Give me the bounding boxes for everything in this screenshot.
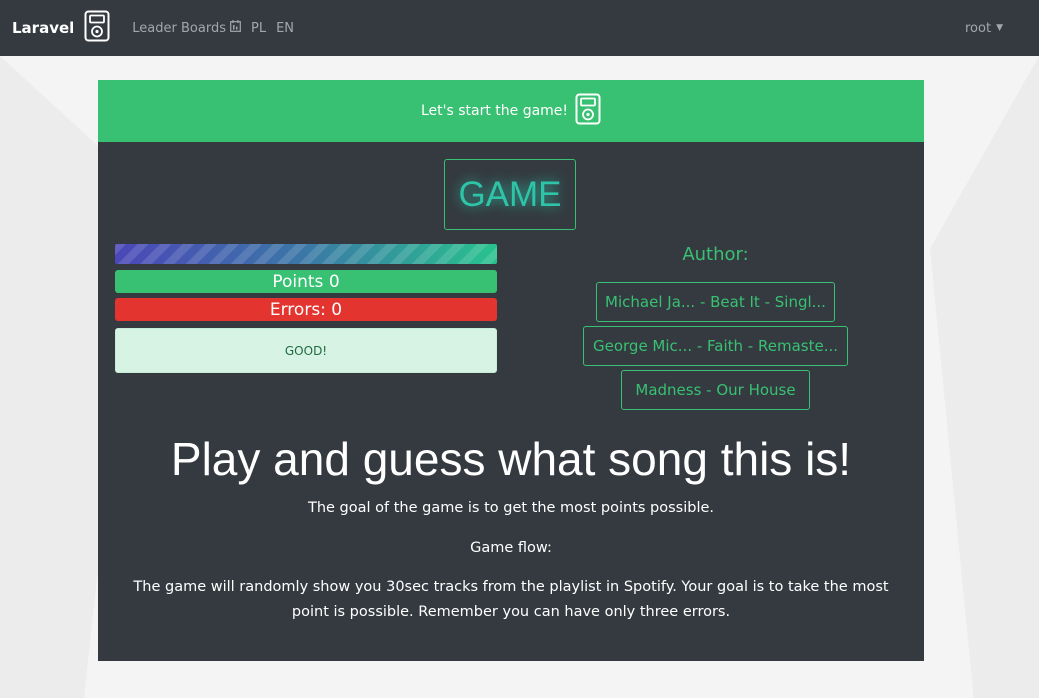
time-progress-bar [115, 244, 497, 264]
user-menu[interactable]: root ▼ [965, 0, 1003, 56]
ipod-icon [84, 10, 110, 46]
errors-counter: Errors: 0 [115, 298, 497, 321]
nav-lang-en[interactable]: EN [276, 21, 294, 36]
points-counter: Points 0 [115, 270, 497, 293]
status-alert: GOOD! [115, 328, 497, 373]
nav-leader-boards-label: Leader Boards [132, 20, 226, 36]
user-name: root [965, 20, 992, 36]
answer-button[interactable]: Madness - Our House [621, 370, 810, 410]
brand-link[interactable]: Laravel [12, 10, 110, 46]
nav-leader-boards[interactable]: Leader Boards [132, 20, 241, 36]
ipod-icon [575, 93, 601, 129]
game-logo: GAME [444, 159, 576, 230]
card-header: Let's start the game! [98, 80, 924, 142]
game-card: Let's start the game! GAME Points 0 Erro… [98, 80, 924, 661]
background-shape [930, 56, 1039, 698]
page-heading: Play and guess what song this is! [170, 433, 852, 485]
nav-lang-pl[interactable]: PL [251, 21, 266, 36]
author-label: Author: [682, 244, 749, 265]
brand-name: Laravel [12, 19, 75, 37]
calendar-icon [230, 20, 241, 36]
navbar: Laravel Leader Boards PL EN root ▼ [0, 0, 1039, 56]
game-flow-text: The game will randomly show you 30sec tr… [133, 579, 889, 620]
chevron-down-icon: ▼ [996, 23, 1003, 33]
answer-button[interactable]: Michael Ja... - Beat It - Singl... [596, 282, 835, 322]
card-header-title: Let's start the game! [420, 103, 569, 119]
game-flow-label: Game flow: [470, 540, 552, 556]
goal-text: The goal of the game is to get the most … [307, 500, 715, 516]
answer-button[interactable]: George Mic... - Faith - Remaste... [583, 326, 848, 366]
